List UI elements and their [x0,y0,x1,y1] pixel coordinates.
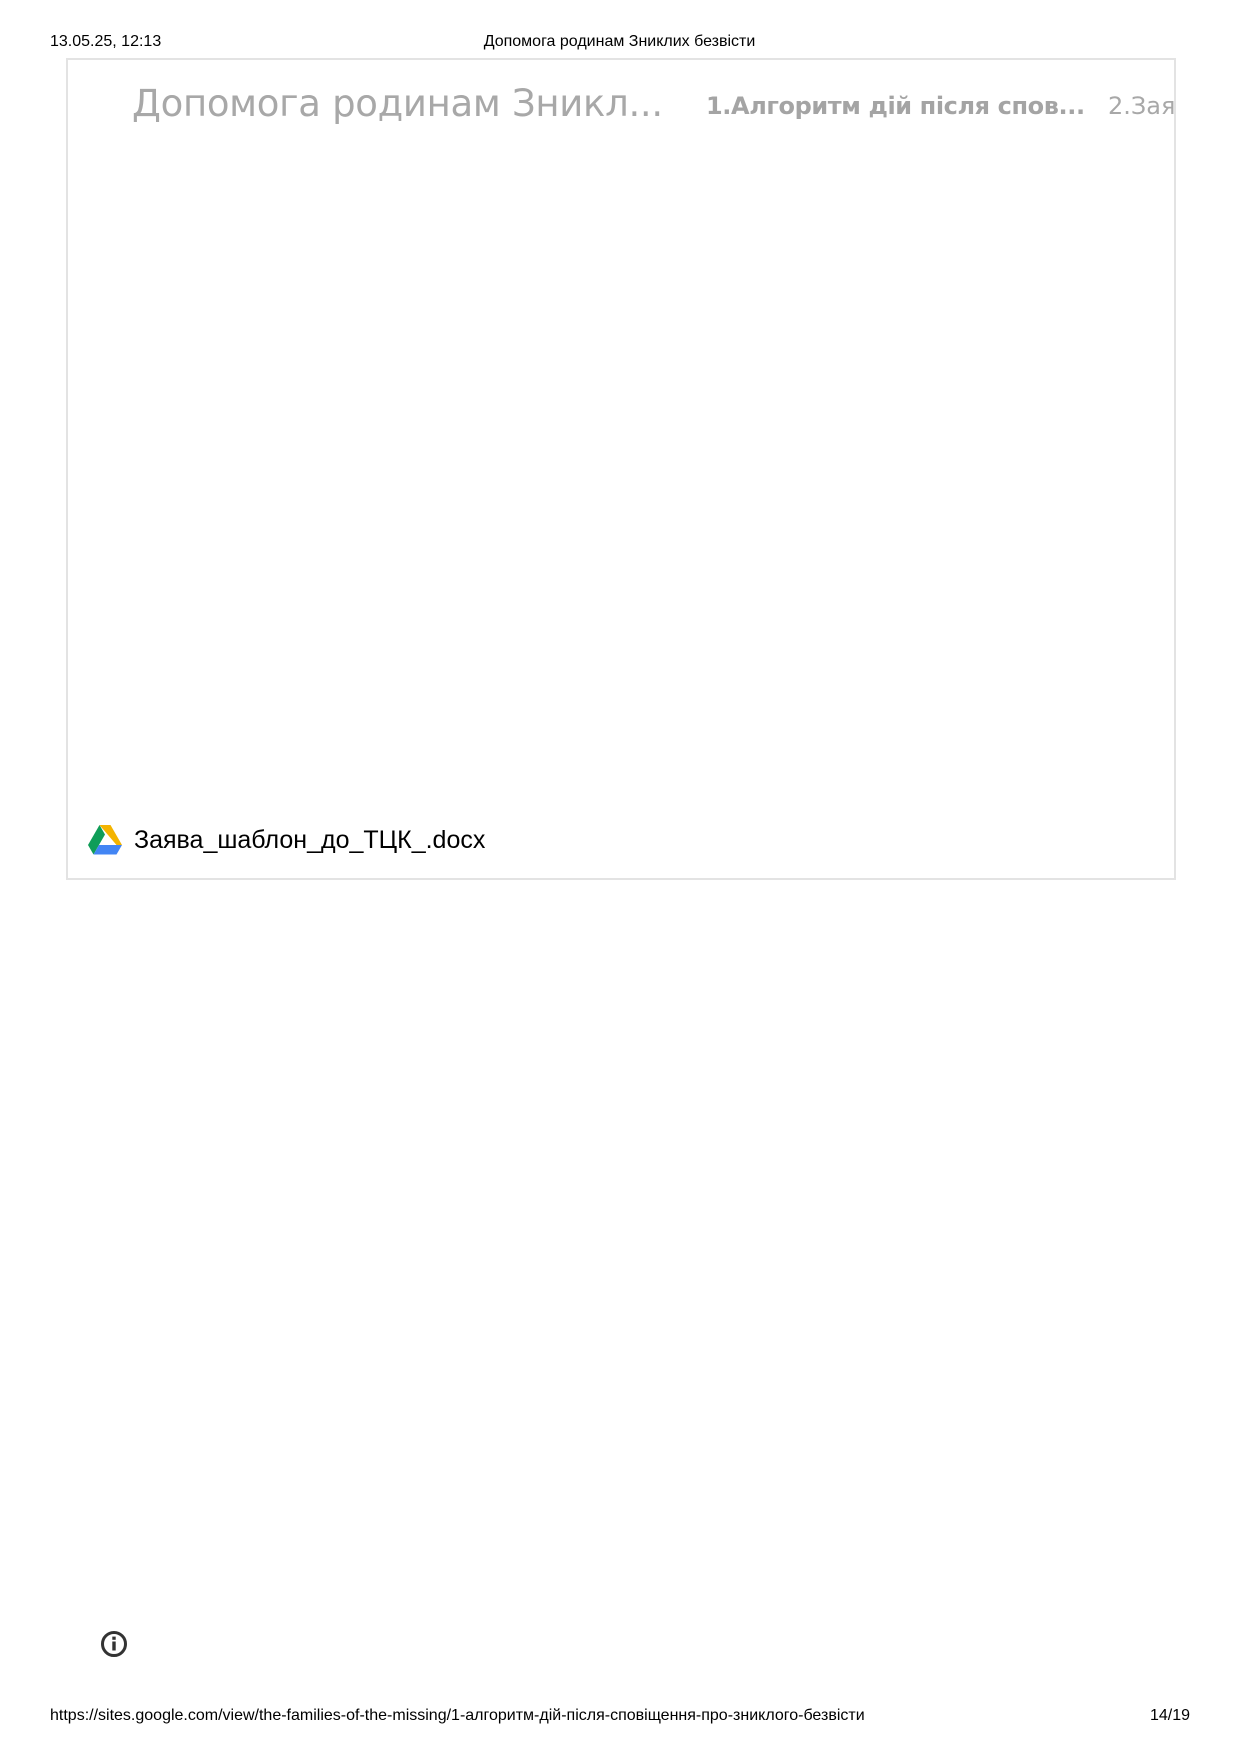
info-icon[interactable] [100,1630,128,1658]
attachment-file-name[interactable]: Заява_шаблон_до_ТЦК_.docx [134,824,485,856]
google-drive-icon [88,825,122,855]
drive-file-attachment[interactable]: Заява_шаблон_до_ТЦК_.docx [88,822,485,858]
print-page-title: Допомога родинам Зниклих безвісти [483,33,756,50]
print-footer-url: https://sites.google.com/view/the-famili… [50,1707,865,1724]
print-page-number: 14/19 [1149,1707,1190,1724]
nav-item-algorithm[interactable]: 1.Алгоритм дій після спов... [706,90,1085,122]
site-embed-frame: Допомога родинам Зникл... 1.Алгоритм дій… [66,58,1176,880]
nav-item-application[interactable]: 2.Заяв [1108,90,1174,122]
site-navigation-bar: Допомога родинам Зникл... 1.Алгоритм дій… [68,60,1174,150]
site-title-link[interactable]: Допомога родинам Зникл... [132,80,663,128]
